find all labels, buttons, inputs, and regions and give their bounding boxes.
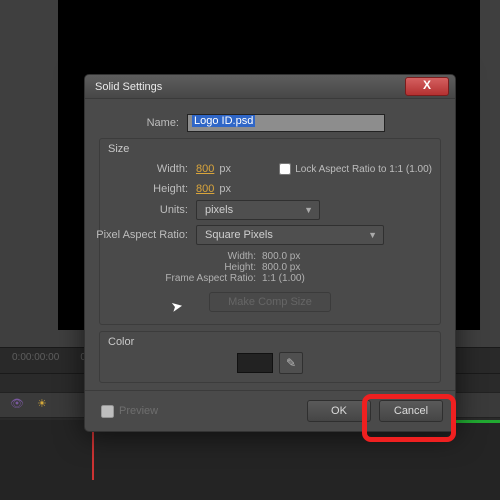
timecode-left[interactable]: 0:00:00:00 bbox=[12, 352, 59, 363]
height-unit: px bbox=[219, 183, 231, 195]
ok-button[interactable]: OK bbox=[307, 400, 371, 422]
eye-icon[interactable]: 👁 bbox=[10, 397, 24, 410]
preview-input bbox=[101, 405, 114, 418]
color-section: Color ✎ bbox=[99, 331, 441, 383]
dialog-title: Solid Settings bbox=[95, 81, 405, 93]
eyedropper-icon: ✎ bbox=[286, 356, 296, 370]
info-width-key: Width: bbox=[156, 251, 262, 262]
units-dropdown[interactable]: pixels ▼ bbox=[196, 200, 320, 220]
preview-checkbox: Preview bbox=[97, 402, 158, 421]
size-section: Size Width: 800 px Lock Aspect Ratio to … bbox=[99, 138, 441, 325]
close-button[interactable]: X bbox=[405, 77, 449, 96]
info-far-val: 1:1 (1.00) bbox=[262, 273, 322, 284]
color-swatch[interactable] bbox=[237, 353, 273, 373]
size-info: Width:800.0 px Height:800.0 px Frame Asp… bbox=[108, 251, 432, 284]
name-label: Name: bbox=[119, 117, 187, 129]
dialog-titlebar[interactable]: Solid Settings X bbox=[85, 75, 455, 99]
name-field[interactable]: Logo ID.psd bbox=[187, 114, 385, 132]
info-height-key: Height: bbox=[156, 262, 262, 273]
info-width-val: 800.0 px bbox=[262, 251, 322, 262]
dialog-footer: Preview OK Cancel bbox=[85, 390, 455, 431]
par-label: Pixel Aspect Ratio: bbox=[94, 229, 196, 241]
par-dropdown[interactable]: Square Pixels ▼ bbox=[196, 225, 384, 245]
chevron-down-icon: ▼ bbox=[368, 230, 377, 240]
height-label: Height: bbox=[108, 183, 196, 195]
width-unit: px bbox=[219, 163, 231, 175]
lock-aspect-label: Lock Aspect Ratio to 1:1 (1.00) bbox=[295, 164, 432, 175]
preview-label: Preview bbox=[119, 405, 158, 417]
solid-settings-dialog: Solid Settings X Name: Logo ID.psd Size … bbox=[84, 74, 456, 432]
name-value: Logo ID.psd bbox=[192, 115, 255, 127]
shy-icon[interactable]: ☀ bbox=[37, 397, 47, 410]
info-height-val: 800.0 px bbox=[262, 262, 322, 273]
chevron-down-icon: ▼ bbox=[304, 205, 313, 215]
width-field[interactable]: 800 bbox=[196, 163, 214, 175]
make-comp-size-button: Make Comp Size bbox=[209, 292, 331, 312]
width-label: Width: bbox=[108, 163, 196, 175]
cancel-button[interactable]: Cancel bbox=[379, 400, 443, 422]
lock-aspect-checkbox[interactable]: Lock Aspect Ratio to 1:1 (1.00) bbox=[275, 160, 432, 178]
eyedropper-button[interactable]: ✎ bbox=[279, 352, 303, 374]
info-far-key: Frame Aspect Ratio: bbox=[156, 273, 262, 284]
par-value: Square Pixels bbox=[205, 229, 273, 241]
size-section-title: Size bbox=[108, 143, 432, 155]
height-field[interactable]: 800 bbox=[196, 183, 214, 195]
lock-aspect-input[interactable] bbox=[279, 163, 291, 175]
units-label: Units: bbox=[108, 204, 196, 216]
color-section-title: Color bbox=[108, 336, 432, 348]
timeline-panel[interactable] bbox=[0, 420, 500, 500]
units-value: pixels bbox=[205, 204, 233, 216]
